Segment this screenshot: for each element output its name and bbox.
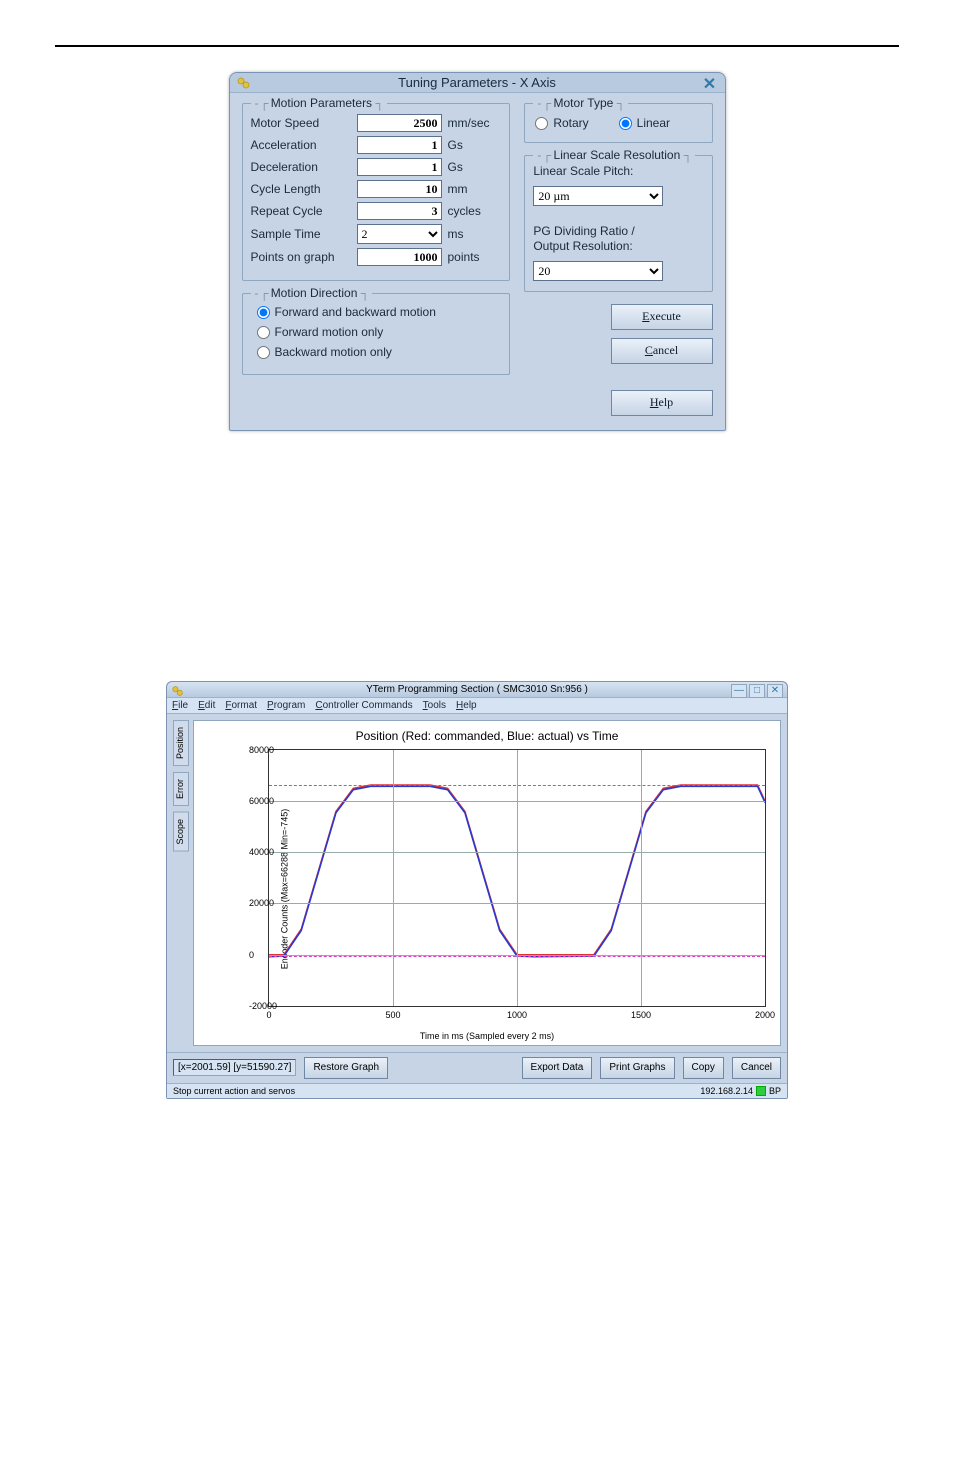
motion-direction-group: - ┌ Motion Direction ┐ Forward and backw… [242,293,511,375]
dialog-titlebar: Tuning Parameters - X Axis ✕ [230,73,725,93]
tab-error[interactable]: Error [173,772,189,806]
status-text: Stop current action and servos [173,1086,295,1096]
chart-cancel-button[interactable]: Cancel [732,1057,781,1079]
deceleration-unit: Gs [448,160,463,174]
y-tick: 0 [249,950,254,960]
close-icon[interactable]: ✕ [701,75,719,93]
linear-scale-legend: Linear Scale Resolution [554,148,681,162]
chart-title: Position (Red: commanded, Blue: actual) … [200,729,774,743]
menu-program[interactable]: Program [267,700,305,711]
gear-icon [171,684,185,701]
cycle-length-unit: mm [448,182,468,196]
print-graphs-button[interactable]: Print Graphs [600,1057,674,1079]
repeat-cycle-unit: cycles [448,204,481,218]
menu-controller-commands[interactable]: Controller Commands [315,700,412,711]
y-tick: 40000 [249,847,274,857]
y-tick: 80000 [249,745,274,755]
motor-speed-label: Motor Speed [251,116,351,130]
x-tick: 500 [385,1010,400,1020]
dir-both-radio[interactable]: Forward and backward motion [257,305,496,319]
rotary-radio[interactable]: Rotary [535,116,588,130]
menu-format[interactable]: Format [225,700,257,711]
deceleration-input[interactable] [357,158,442,176]
maximize-icon[interactable]: □ [749,684,765,698]
sample-time-label: Sample Time [251,227,351,241]
status-bar: Stop current action and servos 192.168.2… [167,1083,787,1099]
motor-speed-input[interactable] [357,114,442,132]
gear-icon [236,75,252,91]
chart-button-bar: [x=2001.59] [y=51590.27] Restore Graph E… [167,1052,787,1083]
minimize-icon[interactable]: — [731,684,747,698]
x-tick: 1000 [507,1010,527,1020]
cancel-button[interactable]: Cancel [611,338,713,364]
pitch-select[interactable]: 20 µm [533,186,663,206]
ratio-label: PG Dividing Ratio / Output Resolution: [533,224,703,255]
x-tick: 1500 [631,1010,651,1020]
acceleration-input[interactable] [357,136,442,154]
y-tick: -20000 [249,1001,277,1011]
acceleration-label: Acceleration [251,138,351,152]
execute-button[interactable]: Execute [611,304,713,330]
menu-edit[interactable]: Edit [198,700,215,711]
motion-parameters-group: - ┌ Motion Parameters ┐ Motor Speedmm/se… [242,103,511,281]
chart-titlebar: YTerm Programming Section ( SMC3010 Sn:9… [167,682,787,698]
help-button[interactable]: Help [611,390,713,416]
tuning-dialog: Tuning Parameters - X Axis ✕ - ┌ Motion … [229,72,726,431]
ratio-select[interactable]: 20 [533,261,663,281]
menu-file[interactable]: File [172,700,188,711]
restore-graph-button[interactable]: Restore Graph [304,1057,388,1079]
menu-help[interactable]: Help [456,700,477,711]
linear-scale-group: - ┌ Linear Scale Resolution ┐ Linear Sca… [524,155,712,292]
motor-type-group: - ┌ Motor Type ┐ Rotary Linear [524,103,712,143]
repeat-cycle-label: Repeat Cycle [251,204,351,218]
status-ip: 192.168.2.14 [700,1086,753,1096]
coord-readout: [x=2001.59] [y=51590.27] [173,1059,296,1076]
copy-button[interactable]: Copy [683,1057,724,1079]
sample-time-unit: ms [448,227,464,241]
export-data-button[interactable]: Export Data [522,1057,593,1079]
reference-line [269,785,765,786]
plot-frame: Position (Red: commanded, Blue: actual) … [193,720,781,1046]
menu-bar: File Edit Format Program Controller Commands… [167,698,787,714]
close-icon[interactable]: ✕ [767,684,783,698]
x-tick: 0 [266,1010,271,1020]
cycle-length-label: Cycle Length [251,182,351,196]
dialog-title: Tuning Parameters - X Axis [398,75,556,90]
y-tick: 20000 [249,898,274,908]
motor-type-legend: Motor Type [554,96,614,110]
linear-radio[interactable]: Linear [619,116,670,130]
sample-time-select[interactable]: 2 [357,224,442,244]
motor-speed-unit: mm/sec [448,116,490,130]
points-label: Points on graph [251,250,351,264]
deceleration-label: Deceleration [251,160,351,174]
dir-bwd-radio[interactable]: Backward motion only [257,345,496,359]
cycle-length-input[interactable] [357,180,442,198]
status-mode: BP [769,1086,781,1096]
acceleration-unit: Gs [448,138,463,152]
chart-window-title: YTerm Programming Section ( SMC3010 Sn:9… [366,684,588,695]
motion-dir-legend: Motion Direction [271,286,358,300]
y-tick: 60000 [249,796,274,806]
chart-window: YTerm Programming Section ( SMC3010 Sn:9… [166,681,788,1100]
tab-position[interactable]: Position [173,720,189,766]
dir-fwd-radio[interactable]: Forward motion only [257,325,496,339]
x-axis-label: Time in ms (Sampled every 2 ms) [200,1031,774,1041]
x-tick: 2000 [755,1010,775,1020]
status-dot-icon [756,1086,766,1096]
pitch-label: Linear Scale Pitch: [533,164,703,180]
menu-tools[interactable]: Tools [423,700,446,711]
motion-params-legend: Motion Parameters [271,96,372,110]
repeat-cycle-input[interactable] [357,202,442,220]
plot-area: Encoder Counts (Max=66288 Min=-745) -200… [246,749,766,1029]
tab-scope[interactable]: Scope [173,812,189,852]
reference-line [269,956,765,957]
points-unit: points [448,250,480,264]
points-input[interactable] [357,248,442,266]
